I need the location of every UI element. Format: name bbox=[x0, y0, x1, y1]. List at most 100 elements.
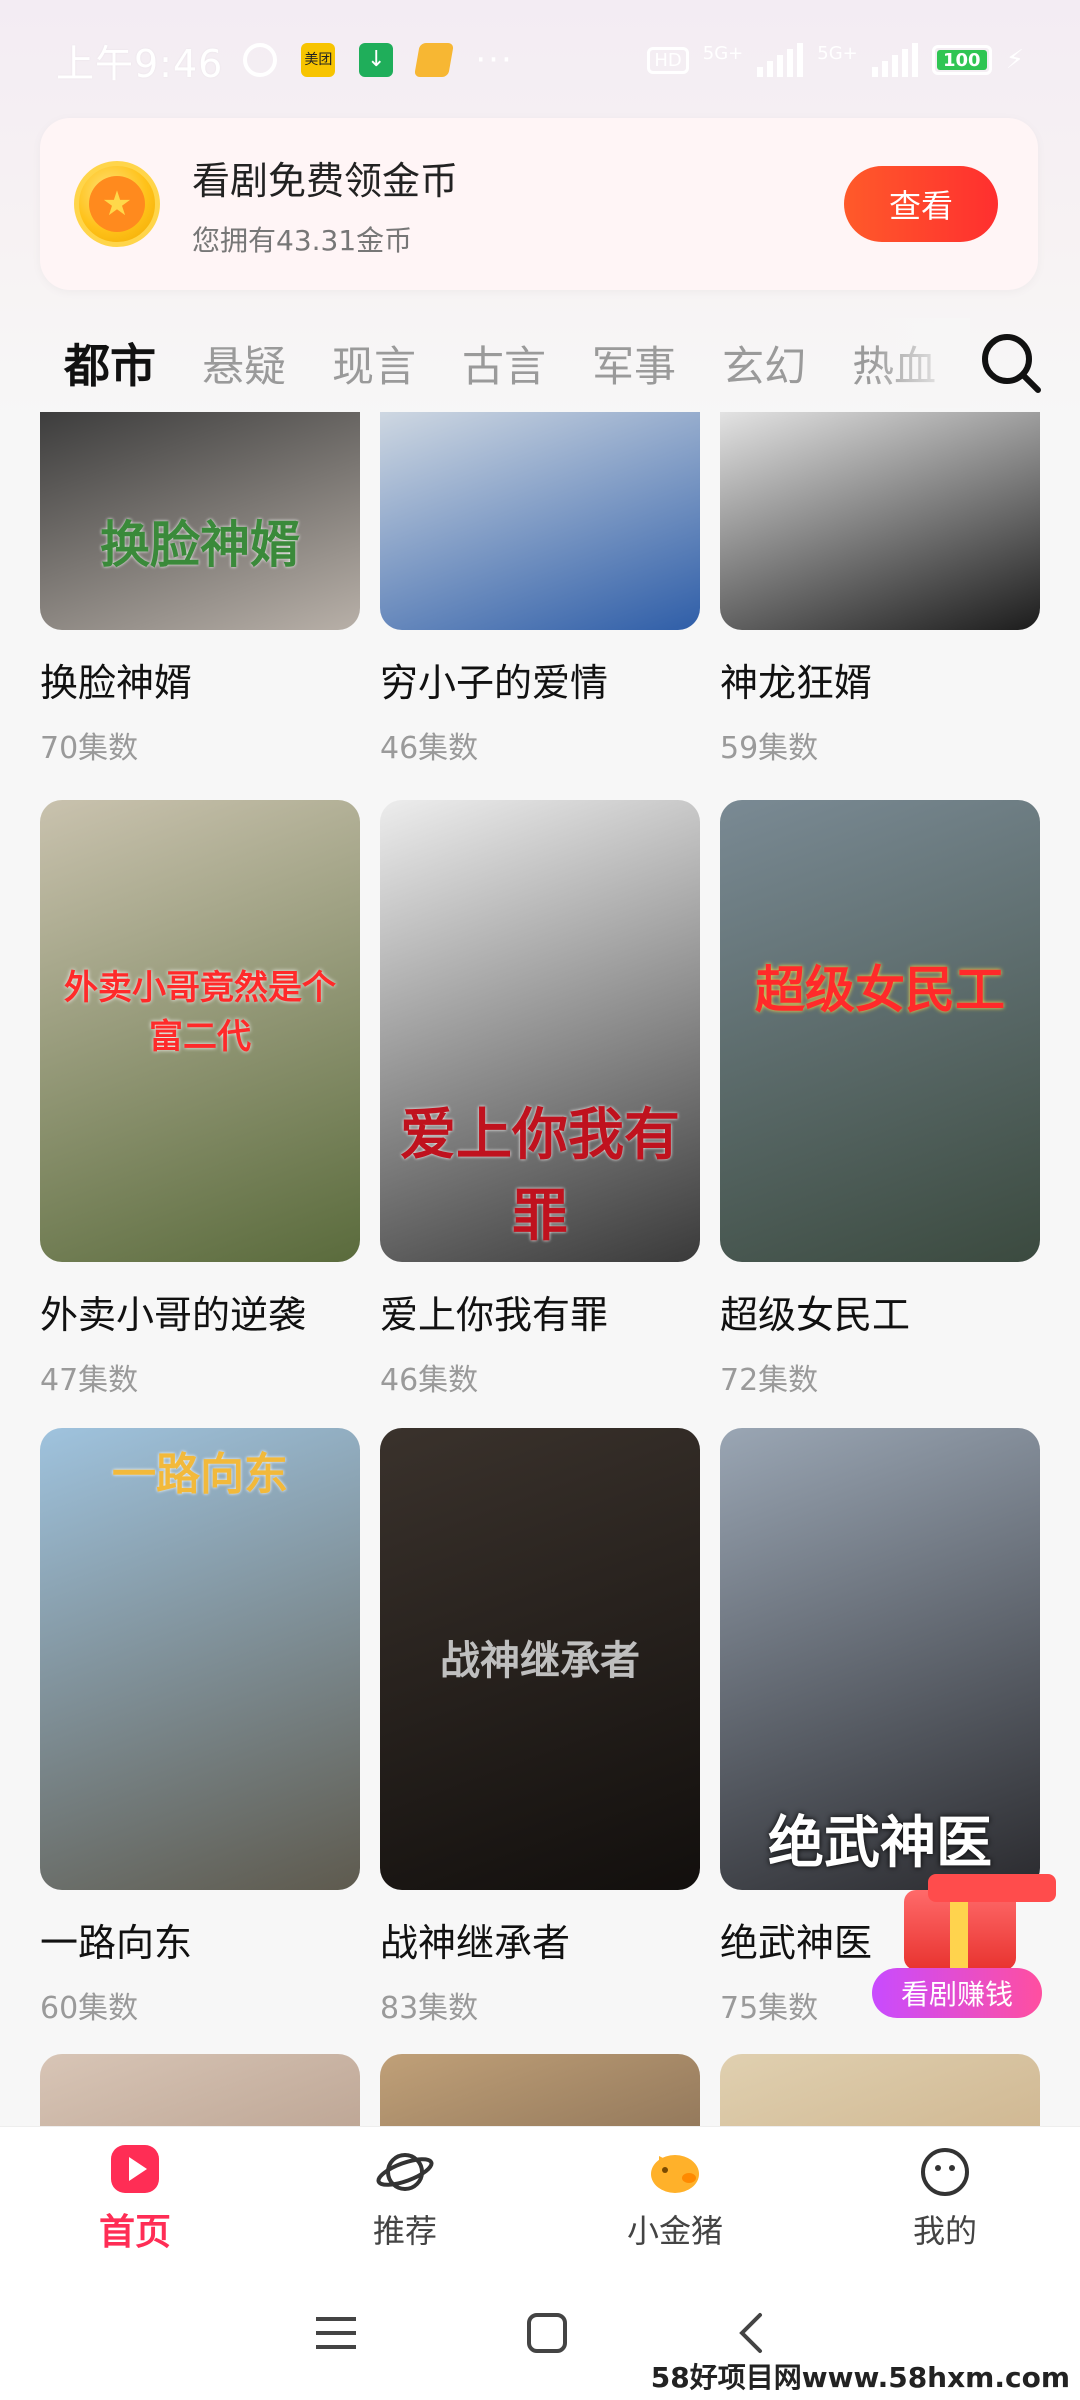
watch-earn-badge[interactable]: 看剧赚钱 bbox=[872, 1874, 1056, 2020]
drama-title[interactable]: 超级女民工 bbox=[720, 1284, 1040, 1339]
drama-poster bbox=[380, 412, 700, 630]
piggy-bank-icon bbox=[645, 2142, 705, 2202]
poster-title-art: 一路向东 bbox=[112, 1449, 288, 1500]
episode-count: 60集数 bbox=[40, 1991, 139, 2026]
drama-title[interactable]: 换脸神婿 bbox=[40, 652, 360, 707]
coin-banner-title: 看剧免费领金币 bbox=[192, 158, 459, 203]
download-notification-icon: ↓ bbox=[359, 43, 394, 77]
nav-home[interactable]: 首页 bbox=[0, 2127, 270, 2266]
back-icon[interactable] bbox=[736, 2311, 766, 2355]
home-icon[interactable] bbox=[525, 2311, 569, 2355]
nav-recommend[interactable]: 推荐 bbox=[270, 2127, 540, 2266]
signal-icon-2 bbox=[871, 43, 918, 77]
drama-card[interactable] bbox=[40, 2054, 360, 2126]
message-notification-icon bbox=[414, 43, 455, 77]
play-icon bbox=[105, 2139, 165, 2199]
drama-poster: 超级女民工 bbox=[720, 800, 1040, 1262]
tabs-fade bbox=[870, 318, 970, 408]
tab-category[interactable]: 古言 bbox=[462, 333, 546, 394]
nav-recommend-label: 推荐 bbox=[372, 2211, 437, 2250]
status-bar: 上午9:46 美团 ↓ ··· HD 5G+ 5G+ 100 ⚡ bbox=[0, 0, 1080, 120]
watch-earn-label: 看剧赚钱 bbox=[872, 1968, 1042, 2018]
poster-title-art: 战神继承者 bbox=[440, 1637, 640, 1684]
drama-title[interactable]: 外卖小哥的逆袭 bbox=[40, 1284, 360, 1339]
poster-title-art: 外卖小哥竟然是个富二代 bbox=[64, 968, 336, 1057]
drama-title[interactable]: 爱上你我有罪 bbox=[380, 1284, 700, 1339]
drama-poster: 外卖小哥竟然是个富二代 bbox=[40, 800, 360, 1262]
poster-title-art: 换脸神婿 bbox=[100, 515, 300, 574]
nav-piggy[interactable]: 小金猪 bbox=[540, 2127, 810, 2266]
drama-grid: 换脸神婿 换脸神婿 70集数 穷小子的爱情 46集数 神龙狂婿 59集数 外卖小哥竟然是个富二… bbox=[0, 412, 1080, 2126]
episode-count: 72集数 bbox=[720, 1363, 819, 1398]
status-time: 上午9:46 bbox=[56, 41, 224, 86]
view-coins-button[interactable]: 查看 bbox=[844, 166, 998, 242]
tab-label: 古言 bbox=[462, 341, 547, 391]
tab-label: 悬疑 bbox=[202, 341, 287, 391]
search-icon[interactable] bbox=[976, 328, 1046, 398]
nav-mine[interactable]: 我的 bbox=[810, 2127, 1080, 2266]
nav-home-label: 首页 bbox=[98, 2211, 171, 2253]
drama-card[interactable]: 一路向东 一路向东 60集数 bbox=[40, 1428, 360, 2027]
poster-title-art: 爱上你我有罪 bbox=[400, 1102, 680, 1249]
drama-card[interactable] bbox=[720, 2054, 1040, 2126]
drama-card[interactable]: 爱上你我有罪 爱上你我有罪 46集数 bbox=[380, 800, 700, 1399]
more-notifications-icon: ··· bbox=[475, 40, 514, 80]
drama-title[interactable]: 穷小子的爱情 bbox=[380, 652, 700, 707]
network-type-2: 5G+ bbox=[817, 43, 858, 64]
tab-category[interactable]: 玄幻 bbox=[722, 333, 806, 394]
poster-title-art: 超级女民工 bbox=[755, 960, 1005, 1019]
hd-icon: HD bbox=[647, 46, 689, 74]
episode-count: 47集数 bbox=[40, 1363, 139, 1398]
drama-poster bbox=[40, 2054, 360, 2126]
coin-banner[interactable]: ★ 看剧免费领金币 您拥有43.31金币 查看 bbox=[40, 118, 1038, 290]
network-type-1: 5G+ bbox=[702, 43, 744, 64]
episode-count: 46集数 bbox=[380, 1363, 479, 1398]
drama-card[interactable]: 穷小子的爱情 46集数 bbox=[380, 412, 700, 767]
meituan-notification-icon: 美团 bbox=[301, 43, 336, 77]
tab-label: 现言 bbox=[332, 341, 417, 391]
gold-coin-icon: ★ bbox=[74, 161, 160, 247]
bottom-nav: 首页 推荐 小金猪 我的 bbox=[0, 2126, 1080, 2266]
episode-count: 46集数 bbox=[380, 731, 479, 766]
drama-card[interactable]: 战神继承者 战神继承者 83集数 bbox=[380, 1428, 700, 2027]
coin-balance: 您拥有43.31金币 bbox=[192, 223, 413, 257]
battery-icon: 100 bbox=[931, 45, 992, 75]
drama-card[interactable]: 超级女民工 超级女民工 72集数 bbox=[720, 800, 1040, 1399]
drama-title[interactable]: 一路向东 bbox=[40, 1912, 360, 1967]
drama-poster: 一路向东 bbox=[40, 1428, 360, 1890]
alarm-icon bbox=[243, 43, 278, 77]
tab-category[interactable]: 军事 bbox=[592, 333, 676, 394]
tab-category[interactable]: 都市 bbox=[64, 330, 156, 400]
drama-card[interactable]: 换脸神婿 换脸神婿 70集数 bbox=[40, 412, 360, 767]
menu-icon[interactable] bbox=[314, 2313, 358, 2353]
drama-card[interactable]: 外卖小哥竟然是个富二代外卖小哥的逆袭 47集数 bbox=[40, 800, 360, 1399]
drama-poster: 绝武神医 bbox=[720, 1428, 1040, 1890]
signal-icon bbox=[757, 43, 804, 77]
charging-icon: ⚡ bbox=[1005, 45, 1024, 75]
drama-poster bbox=[380, 2054, 700, 2126]
poster-title-art: 绝武神医 bbox=[768, 1810, 992, 1876]
drama-card[interactable]: 神龙狂婿 59集数 bbox=[720, 412, 1040, 767]
tab-label: 玄幻 bbox=[722, 341, 807, 391]
drama-title[interactable]: 战神继承者 bbox=[380, 1912, 700, 1967]
drama-poster: 爱上你我有罪 bbox=[380, 800, 700, 1262]
drama-card[interactable] bbox=[380, 2054, 700, 2126]
tab-category[interactable]: 现言 bbox=[332, 333, 416, 394]
tab-label: 都市 bbox=[64, 339, 156, 393]
watermark: 58好项目网www.58hxm.com bbox=[644, 2356, 1076, 2396]
episode-count: 83集数 bbox=[380, 1991, 479, 2026]
nav-mine-label: 我的 bbox=[912, 2211, 977, 2250]
tab-category[interactable]: 悬疑 bbox=[202, 333, 286, 394]
drama-poster bbox=[720, 2054, 1040, 2126]
episode-count: 70集数 bbox=[40, 731, 139, 766]
nav-piggy-label: 小金猪 bbox=[626, 2211, 723, 2250]
drama-poster bbox=[720, 412, 1040, 630]
battery-level: 100 bbox=[942, 49, 981, 71]
drama-poster: 战神继承者 bbox=[380, 1428, 700, 1890]
planet-icon bbox=[375, 2142, 435, 2202]
tab-label: 军事 bbox=[592, 341, 677, 391]
smiley-icon bbox=[915, 2142, 975, 2202]
drama-title[interactable]: 神龙狂婿 bbox=[720, 652, 1040, 707]
drama-poster: 换脸神婿 bbox=[40, 412, 360, 630]
episode-count: 59集数 bbox=[720, 731, 819, 766]
